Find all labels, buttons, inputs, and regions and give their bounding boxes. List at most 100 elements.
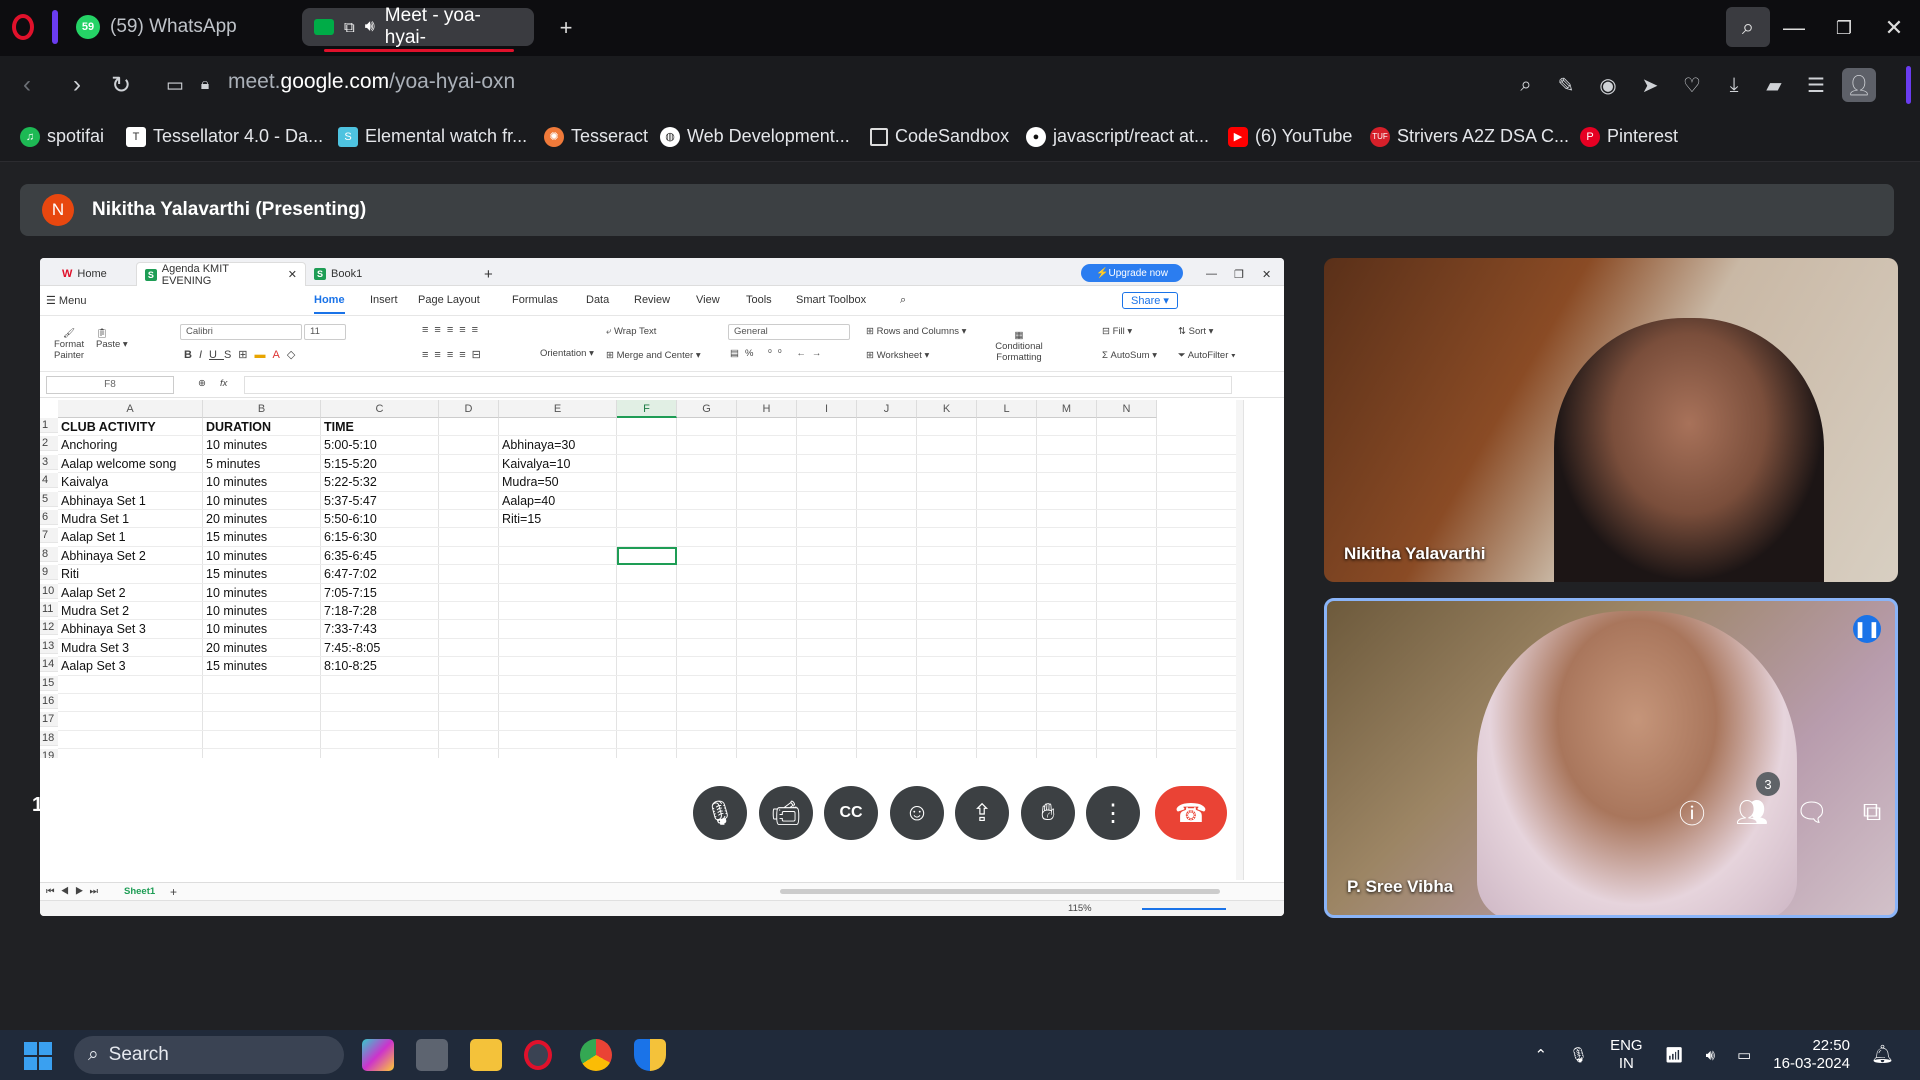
security-shield-icon[interactable] xyxy=(634,1039,666,1071)
search-icon[interactable]: ⌕ xyxy=(900,294,906,307)
bookmark-pinterest[interactable]: P Pinterest xyxy=(1580,126,1678,147)
cell-c6[interactable]: 5:50-6:10 xyxy=(324,512,377,527)
merge-center-button[interactable]: ⊞ Merge and Center ▾ xyxy=(606,350,701,361)
cell-b10[interactable]: 10 minutes xyxy=(206,586,267,601)
speaker-icon[interactable]: 🔊︎ xyxy=(365,18,375,36)
conditional-formatting-button[interactable]: ▦ Conditional Formatting xyxy=(992,330,1046,363)
cell-a6[interactable]: Mudra Set 1 xyxy=(61,512,129,527)
bookmark-web-development[interactable]: ◍ Web Development... xyxy=(660,126,850,147)
row-header[interactable]: 8 xyxy=(40,546,58,562)
menu-page-layout[interactable]: Page Layout xyxy=(418,294,480,306)
cell-c11[interactable]: 7:18-7:28 xyxy=(324,604,377,619)
column-header-d[interactable]: D xyxy=(439,400,499,418)
cell-c3[interactable]: 5:15-5:20 xyxy=(324,457,377,472)
zoom-formula-icon[interactable]: ⊕ xyxy=(198,378,206,389)
cell-c1[interactable]: TIME xyxy=(324,420,354,435)
cell-b3[interactable]: 5 minutes xyxy=(206,457,260,472)
wrap-text-button[interactable]: ⤶ Wrap Text xyxy=(606,326,656,337)
cell-b7[interactable]: 15 minutes xyxy=(206,530,267,545)
back-button[interactable]: ‹ xyxy=(10,68,44,102)
cell-e6[interactable]: Riti=15 xyxy=(502,512,541,527)
column-header-a[interactable]: A xyxy=(58,400,203,418)
cell-a13[interactable]: Mudra Set 3 xyxy=(61,641,129,656)
raise-hand-button[interactable]: ✋︎ xyxy=(1021,786,1075,840)
row-header[interactable]: 3 xyxy=(40,454,58,470)
sheet-nav-arrows[interactable]: ⏮◀▶⏭ xyxy=(46,886,104,897)
row-header[interactable]: 10 xyxy=(40,583,58,599)
row-header[interactable]: 6 xyxy=(40,510,58,525)
microphone-button[interactable]: 🎙︎ xyxy=(693,786,747,840)
minimize-button[interactable]: — xyxy=(1776,10,1812,46)
cell-c4[interactable]: 5:22-5:32 xyxy=(324,475,377,490)
meeting-info-button[interactable]: ⓘ xyxy=(1670,790,1714,834)
cell-c14[interactable]: 8:10-8:25 xyxy=(324,659,377,674)
reload-button[interactable]: ↻ xyxy=(104,68,138,102)
cell-b4[interactable]: 10 minutes xyxy=(206,475,267,490)
worksheet-button[interactable]: ⊞ Worksheet ▾ xyxy=(866,350,929,361)
cell-a11[interactable]: Mudra Set 2 xyxy=(61,604,129,619)
tab-whatsapp[interactable]: 59 (59) WhatsApp xyxy=(64,8,294,46)
camera-button[interactable]: 📹︎ xyxy=(759,786,813,840)
file-explorer-icon[interactable] xyxy=(470,1039,502,1071)
column-header-m[interactable]: M xyxy=(1037,400,1097,418)
cell-e4[interactable]: Mudra=50 xyxy=(502,475,559,490)
workspace-indicator[interactable] xyxy=(52,10,58,44)
cell-e2[interactable]: Abhinaya=30 xyxy=(502,438,575,453)
zoom-slider[interactable] xyxy=(1142,908,1226,910)
restore-wps-button[interactable]: ❐ xyxy=(1226,262,1252,286)
selected-cell[interactable] xyxy=(617,546,677,566)
cell-c7[interactable]: 6:15-6:30 xyxy=(324,530,377,545)
maximize-button[interactable]: ❐ xyxy=(1826,10,1862,46)
mic-in-use-icon[interactable]: 🎙︎ xyxy=(1569,1046,1588,1064)
spreadsheet-grid[interactable]: A B C D E F G H I J K L M N 1 2 3 4 5 6 7 8 9 10 11 12 13 14 15 16 17 1… xyxy=(40,400,1236,758)
notifications-icon[interactable]: 🔔︎ xyxy=(1871,1044,1894,1065)
menu-data[interactable]: Data xyxy=(586,294,609,306)
column-header-g[interactable]: G xyxy=(677,400,737,418)
wifi-icon[interactable]: 📶︎ xyxy=(1665,1046,1684,1064)
cell-b9[interactable]: 15 minutes xyxy=(206,567,267,582)
find-icon[interactable]: ⌕ xyxy=(1512,71,1540,99)
row-header[interactable]: 5 xyxy=(40,491,58,507)
column-header-f[interactable]: F xyxy=(617,400,677,418)
doc-tab-book1[interactable]: S Book1 xyxy=(306,262,436,286)
column-header-l[interactable]: L xyxy=(977,400,1037,418)
cell-b2[interactable]: 10 minutes xyxy=(206,438,267,453)
rows-columns-button[interactable]: ⊞ Rows and Columns ▾ xyxy=(866,326,966,337)
chrome-icon[interactable] xyxy=(580,1039,612,1071)
vertical-scrollbar[interactable] xyxy=(1236,400,1243,880)
cell-c8[interactable]: 6:35-6:45 xyxy=(324,549,377,564)
sort-button[interactable]: ⇅ Sort ▾ xyxy=(1178,326,1213,337)
battery-icon[interactable]: ▭ xyxy=(1737,1046,1751,1064)
activities-button[interactable]: ⧉ xyxy=(1850,790,1894,834)
row-header[interactable]: 2 xyxy=(40,436,58,452)
wps-home-tab[interactable]: W Home xyxy=(54,262,115,286)
download-icon[interactable]: ⤓ xyxy=(1720,71,1748,99)
menu-home[interactable]: Home xyxy=(314,294,345,314)
row-header[interactable]: 7 xyxy=(40,528,58,544)
present-button[interactable]: ⇪ xyxy=(955,786,1009,840)
row-header[interactable]: 12 xyxy=(40,620,58,636)
edit-icon[interactable]: ✎ xyxy=(1552,71,1580,99)
upgrade-button[interactable]: ⚡ Upgrade now xyxy=(1081,264,1183,282)
new-doc-tab-button[interactable]: + xyxy=(476,262,501,286)
bookmark-tessellator[interactable]: T Tessellator 4.0 - Da... xyxy=(126,126,323,147)
menu-smart-toolbox[interactable]: Smart Toolbox xyxy=(796,294,866,306)
cell-c10[interactable]: 7:05-7:15 xyxy=(324,586,377,601)
bookmark-spotifai[interactable]: ♫ spotifai xyxy=(20,126,104,147)
forward-button[interactable]: › xyxy=(60,68,94,102)
sheet-tab[interactable]: Sheet1 xyxy=(124,886,155,897)
people-button[interactable]: 👥︎ 3 xyxy=(1730,772,1780,834)
cell-c2[interactable]: 5:00-5:10 xyxy=(324,438,377,453)
send-icon[interactable]: ➤ xyxy=(1636,71,1664,99)
orientation-button[interactable]: Orientation ▾ xyxy=(540,348,594,359)
autosum-button[interactable]: Σ AutoSum ▾ xyxy=(1102,350,1157,361)
captions-button[interactable]: CC xyxy=(824,786,878,840)
clock[interactable]: 22:50 16-03-2024 xyxy=(1773,1037,1850,1073)
bookmark-youtube[interactable]: ▶ (6) YouTube xyxy=(1228,126,1352,147)
tab-meet[interactable]: ⧉ 🔊︎ Meet - yoa-hyai- xyxy=(302,5,534,52)
row-header[interactable]: 11 xyxy=(40,602,58,617)
more-options-button[interactable]: ⋮ xyxy=(1086,786,1140,840)
copilot-icon[interactable] xyxy=(362,1039,394,1071)
column-header-e[interactable]: E xyxy=(499,400,617,418)
align-buttons[interactable]: ≡≡≡≡≡ xyxy=(422,324,484,336)
